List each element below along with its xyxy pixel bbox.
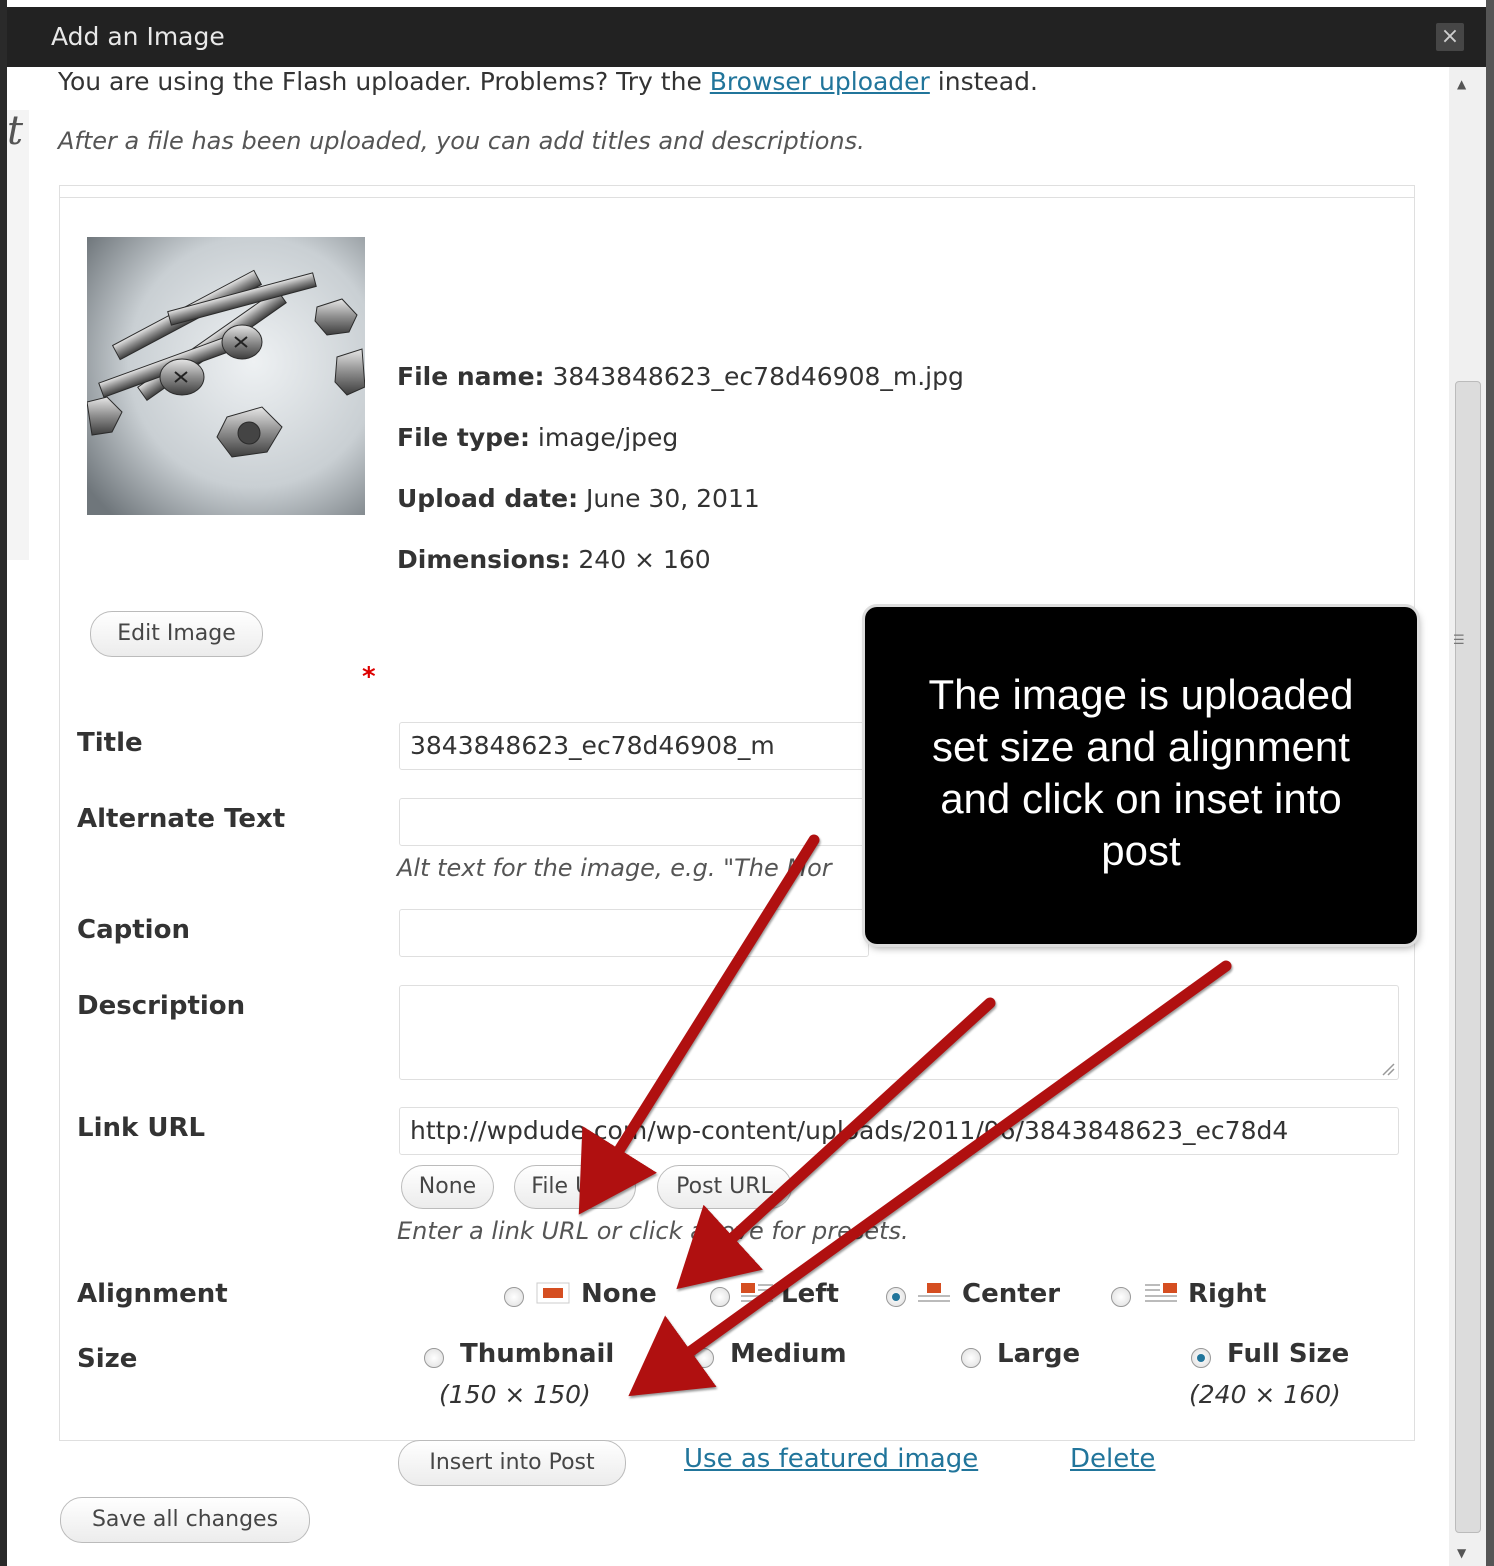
scroll-thumb[interactable] [1455, 381, 1481, 1533]
callout-line-2: set size and alignment [932, 723, 1350, 770]
file-type-label: File type: [397, 423, 530, 452]
link-none-button[interactable]: None [401, 1165, 494, 1209]
dialog-titlebar: Add an Image × [7, 7, 1486, 67]
insert-into-post-button[interactable]: Insert into Post [398, 1440, 626, 1486]
description-textarea[interactable] [399, 985, 1399, 1080]
align-left-label[interactable]: Left [781, 1279, 839, 1309]
resize-handle-icon[interactable] [1381, 1062, 1395, 1076]
background-window [7, 110, 29, 560]
align-center-icon [918, 1283, 950, 1302]
file-type-row: File type: image/jpeg [397, 423, 678, 452]
link-url-help: Enter a link URL or click above for pres… [397, 1217, 909, 1245]
upload-date-row: Upload date: June 30, 2011 [397, 484, 760, 513]
callout-line-3: and click on inset into [940, 775, 1342, 822]
background-text-fragment: t [7, 108, 24, 154]
align-right-icon [1145, 1283, 1177, 1302]
dimensions-value: 240 × 160 [570, 545, 711, 574]
save-all-changes-button[interactable]: Save all changes [60, 1497, 310, 1543]
upload-date-value: June 30, 2011 [578, 484, 760, 513]
scroll-grip-icon: ☰ [1453, 633, 1465, 648]
file-name-label: File name: [397, 362, 545, 391]
size-large-label[interactable]: Large [997, 1339, 1080, 1369]
edit-image-button[interactable]: Edit Image [90, 611, 263, 657]
size-medium-radio[interactable] [694, 1348, 714, 1368]
file-name-value: 3843848623_ec78d46908_m.jpg [544, 362, 964, 391]
caption-label: Caption [77, 915, 190, 945]
annotation-callout: The image is uploaded set size and align… [865, 607, 1417, 944]
align-none-label[interactable]: None [581, 1279, 657, 1309]
uploader-notice-prefix: You are using the Flash uploader. Proble… [58, 67, 710, 96]
callout-line-1: The image is uploaded [928, 671, 1354, 718]
delete-link[interactable]: Delete [1070, 1444, 1155, 1474]
uploader-notice: You are using the Flash uploader. Proble… [58, 67, 1038, 96]
image-thumbnail [87, 237, 365, 515]
scroll-down-arrow-icon[interactable]: ▼ [1457, 1546, 1466, 1560]
size-large-radio[interactable] [961, 1348, 981, 1368]
link-url-label: Link URL [77, 1113, 206, 1143]
vertical-scrollbar[interactable]: ▲ ☰ ▼ [1449, 67, 1486, 1566]
required-asterisk: * [362, 662, 376, 692]
scroll-up-arrow-icon[interactable]: ▲ [1457, 77, 1466, 91]
window-frame-left [0, 0, 7, 1566]
size-full-dims: (240 × 160) [1189, 1380, 1341, 1409]
align-none-radio[interactable] [504, 1287, 524, 1307]
align-center-radio[interactable] [886, 1287, 906, 1307]
upload-hint: After a file has been uploaded, you can … [58, 127, 865, 155]
caption-input[interactable] [399, 909, 869, 957]
align-none-icon [536, 1282, 570, 1304]
align-left-icon [741, 1283, 773, 1302]
title-input[interactable]: 3843848623_ec78d46908_m [399, 722, 869, 770]
dialog-title: Add an Image [51, 22, 225, 51]
size-full-radio[interactable] [1191, 1348, 1211, 1368]
title-label: Title [77, 728, 143, 758]
size-full-label[interactable]: Full Size [1227, 1339, 1349, 1369]
file-url-button[interactable]: File URL [514, 1165, 636, 1209]
panel-divider [60, 197, 1414, 198]
link-url-input[interactable]: http://wpdude.com/wp-content/uploads/201… [399, 1107, 1399, 1155]
callout-line-4: post [1101, 827, 1181, 874]
uploader-notice-suffix: instead. [929, 67, 1038, 96]
size-thumbnail-label[interactable]: Thumbnail [460, 1339, 614, 1369]
dimensions-label: Dimensions: [397, 545, 571, 574]
align-left-radio[interactable] [710, 1287, 730, 1307]
size-thumbnail-dims: (150 × 150) [439, 1380, 591, 1409]
browser-uploader-link[interactable]: Browser uploader [710, 67, 930, 96]
description-label: Description [77, 991, 246, 1021]
size-thumbnail-radio[interactable] [424, 1348, 444, 1368]
size-label: Size [77, 1344, 138, 1374]
close-icon[interactable]: × [1436, 23, 1464, 51]
window-frame-right [1486, 0, 1494, 1566]
alt-text-help: Alt text for the image, e.g. "The Mor [397, 854, 832, 882]
alternate-text-input[interactable] [399, 798, 869, 846]
alternate-text-label: Alternate Text [77, 804, 286, 834]
use-as-featured-image-link[interactable]: Use as featured image [684, 1444, 978, 1474]
align-right-radio[interactable] [1111, 1287, 1131, 1307]
dimensions-row: Dimensions: 240 × 160 [397, 545, 711, 574]
size-medium-label[interactable]: Medium [730, 1339, 847, 1369]
file-type-value: image/jpeg [529, 423, 679, 452]
file-name-row: File name: 3843848623_ec78d46908_m.jpg [397, 362, 964, 391]
post-url-button[interactable]: Post URL [657, 1165, 792, 1209]
align-center-label[interactable]: Center [962, 1279, 1060, 1309]
upload-date-label: Upload date: [397, 484, 579, 513]
alignment-label: Alignment [77, 1279, 228, 1309]
align-right-label[interactable]: Right [1188, 1279, 1266, 1309]
